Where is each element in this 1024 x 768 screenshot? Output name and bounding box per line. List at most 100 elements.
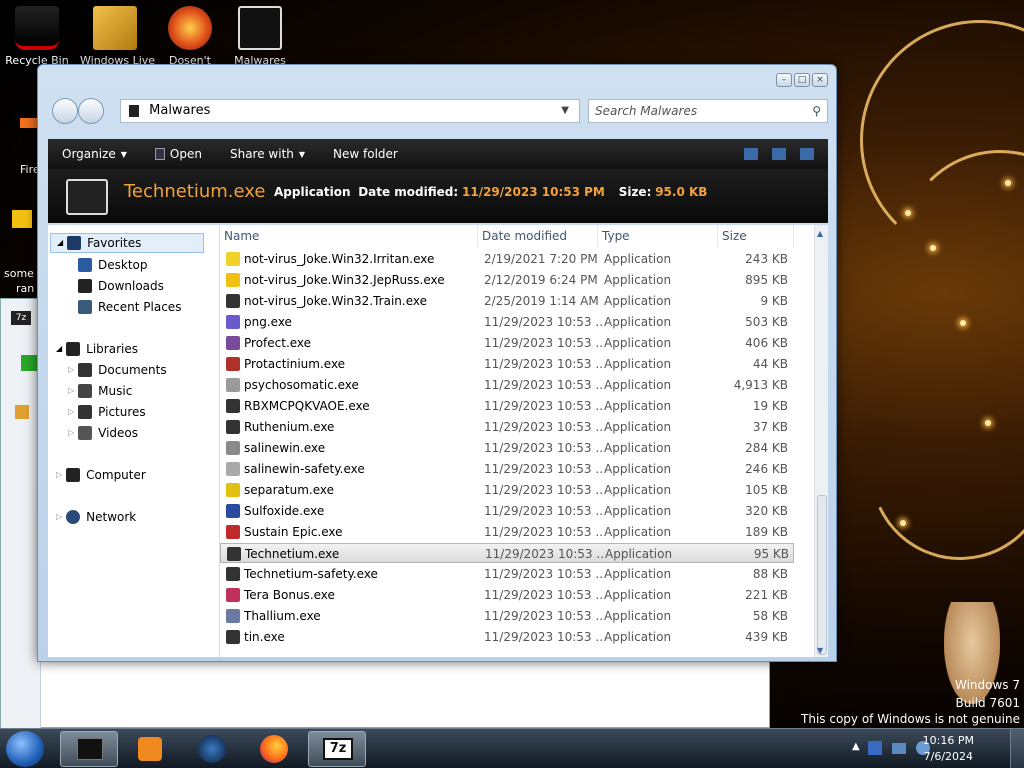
file-row[interactable]: Sustain Epic.exe 11/29/2023 10:53 ... Appl… <box>220 522 794 542</box>
file-row[interactable]: Thallium.exe 11/29/2023 10:53 ... Applicat… <box>220 606 794 626</box>
close-button[interactable]: × <box>812 73 828 87</box>
taskbar-firefox-button[interactable] <box>246 731 304 767</box>
wallpaper-sparkle <box>960 320 966 326</box>
desktop-icon-label: some <box>4 267 34 280</box>
documents-icon <box>78 363 93 377</box>
scroll-down-icon[interactable]: ▼ <box>817 646 823 655</box>
up-folder-icon[interactable] <box>15 405 29 419</box>
forward-button[interactable] <box>78 98 104 124</box>
taskbar-7zip-button[interactable]: 7z <box>308 731 366 767</box>
file-date: 11/29/2023 10:53 ... <box>484 483 602 497</box>
new-folder-button[interactable]: New folder <box>319 147 412 161</box>
file-size: 37 KB <box>752 420 788 434</box>
file-type: Application <box>604 567 672 581</box>
nav-computer[interactable]: ▷ Computer <box>56 465 146 485</box>
share-with-label: Share with <box>229 147 294 161</box>
open-button[interactable]: Open <box>141 147 216 161</box>
nav-favorites[interactable]: ◢ Favorites <box>50 233 204 253</box>
file-row[interactable]: Profect.exe 11/29/2023 10:53 ... Applicati… <box>220 333 794 353</box>
nav-libraries[interactable]: ◢ Libraries <box>56 339 138 359</box>
file-row[interactable]: Ruthenium.exe 11/29/2023 10:53 ... Applica… <box>220 417 794 437</box>
nav-pictures[interactable]: ▷ Pictures <box>68 402 146 422</box>
preview-pane-icon[interactable] <box>772 148 786 160</box>
file-row[interactable]: not-virus_Joke.Win32.Irritan.exe 2/19/202… <box>220 249 794 269</box>
nav-music[interactable]: ▷ Music <box>68 381 132 401</box>
clock-date: 7/6/2024 <box>923 750 974 763</box>
help-icon[interactable] <box>800 148 814 160</box>
column-header-date[interactable]: Date modified <box>478 225 598 247</box>
organize-button[interactable]: Organize ▼ <box>48 147 141 161</box>
network-icon <box>66 510 81 524</box>
scroll-up-icon[interactable]: ▲ <box>817 229 823 238</box>
start-button[interactable] <box>6 731 44 767</box>
file-row[interactable]: not-virus_Joke.Win32.JepRuss.exe 2/12/201… <box>220 270 794 290</box>
file-size: 439 KB <box>745 630 788 644</box>
taskbar: 7z ▲ 10:16 PM 7/6/2024 <box>0 728 1024 768</box>
file-row[interactable]: RBXMCPQKVAOE.exe 11/29/2023 10:53 ... Appl… <box>220 396 794 416</box>
desktop-icon-dosent[interactable]: Dosen't <box>155 6 225 67</box>
nav-documents[interactable]: ▷ Documents <box>68 360 167 380</box>
wallpaper-sparkle <box>905 210 911 216</box>
folder-icon <box>93 6 137 50</box>
file-row[interactable]: psychosomatic.exe 11/29/2023 10:53 ... App… <box>220 375 794 395</box>
address-field[interactable]: Malwares ▼ <box>120 99 580 123</box>
taskbar-media-player-button[interactable] <box>122 731 180 767</box>
nav-downloads[interactable]: Downloads <box>78 276 164 296</box>
file-row[interactable]: Technetium-safety.exe 11/29/2023 10:53 ..… <box>220 564 794 584</box>
show-desktop-button[interactable] <box>1010 729 1024 768</box>
file-row[interactable]: salinewin-safety.exe 11/29/2023 10:53 ...… <box>220 459 794 479</box>
open-label: Open <box>169 147 202 161</box>
wallpaper-sparkle <box>985 420 991 426</box>
file-row[interactable]: separatum.exe 11/29/2023 10:53 ... Applica… <box>220 480 794 500</box>
nav-recent-places[interactable]: Recent Places <box>78 297 181 317</box>
file-date: 11/29/2023 10:53 ... <box>484 504 602 518</box>
vertical-scrollbar[interactable]: ▲ ▼ <box>814 225 828 657</box>
desktop-icon-windows-live[interactable]: Windows Live <box>80 6 155 67</box>
maximize-button[interactable]: □ <box>794 73 810 87</box>
file-row[interactable]: png.exe 11/29/2023 10:53 ... Application 50… <box>220 312 794 332</box>
tray-app-icon[interactable] <box>868 741 882 755</box>
file-row[interactable]: salinewin.exe 11/29/2023 10:53 ... Applica… <box>220 438 794 458</box>
nav-label: Desktop <box>98 258 148 272</box>
file-icon[interactable] <box>12 210 32 228</box>
wallpaper-swirl <box>844 354 1024 586</box>
folder-icon <box>238 6 282 50</box>
explorer-window[interactable]: – □ × Malwares ▼ Search Malwares ⚲ Organ… <box>37 64 837 662</box>
search-input[interactable]: Search Malwares ⚲ <box>588 99 828 123</box>
column-header-name[interactable]: Name <box>220 225 478 247</box>
column-header-size[interactable]: Size <box>718 225 794 247</box>
taskbar-app-button[interactable] <box>184 731 242 767</box>
file-date: 11/29/2023 10:53 ... <box>484 525 602 539</box>
nav-network[interactable]: ▷ Network <box>56 507 136 527</box>
tray-expand-icon[interactable]: ▲ <box>852 741 860 752</box>
view-options-icon[interactable] <box>744 148 758 160</box>
column-header-type[interactable]: Type <box>598 225 718 247</box>
new-folder-label: New folder <box>333 147 398 161</box>
wallpaper-sparkle <box>930 245 936 251</box>
file-row[interactable]: Technetium.exe 11/29/2023 10:53 ... Applic… <box>220 543 794 563</box>
minimize-button[interactable]: – <box>776 73 792 87</box>
nav-label: Network <box>86 510 137 524</box>
details-file-name: Technetium.exe <box>124 181 266 202</box>
share-with-button[interactable]: Share with ▼ <box>216 147 319 161</box>
nav-label: Pictures <box>98 405 146 419</box>
file-name: png.exe <box>244 315 292 329</box>
taskbar-explorer-button[interactable] <box>60 731 118 767</box>
add-icon[interactable] <box>21 355 37 371</box>
file-row[interactable]: not-virus_Joke.Win32.Train.exe 2/25/2019 … <box>220 291 794 311</box>
file-row[interactable]: Protactinium.exe 11/29/2023 10:53 ... Appl… <box>220 354 794 374</box>
nav-desktop[interactable]: Desktop <box>78 255 148 275</box>
nav-videos[interactable]: ▷ Videos <box>68 423 138 443</box>
desktop-icon-recycle-bin[interactable]: Recycle Bin <box>2 6 72 67</box>
scrollbar-thumb[interactable] <box>817 495 827 655</box>
file-row[interactable]: tin.exe 11/29/2023 10:53 ... Application 43… <box>220 627 794 647</box>
file-row[interactable]: Tera Bonus.exe 11/29/2023 10:53 ... Applic… <box>220 585 794 605</box>
chevron-down-icon[interactable]: ▼ <box>561 100 569 122</box>
tray-clock[interactable]: 10:16 PM 7/6/2024 <box>923 733 974 765</box>
desktop-icon-malwares[interactable]: Malwares <box>225 6 295 67</box>
file-row[interactable]: Sulfoxide.exe 11/29/2023 10:53 ... Applica… <box>220 501 794 521</box>
back-button[interactable] <box>52 98 78 124</box>
file-icon <box>226 399 240 413</box>
file-type: Application <box>604 441 672 455</box>
network-tray-icon[interactable] <box>892 743 906 754</box>
